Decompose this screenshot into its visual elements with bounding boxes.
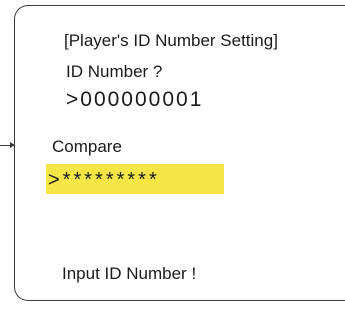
id-number-label: ID Number ?: [66, 62, 163, 81]
screen-title: [Player's ID Number Setting]: [64, 31, 278, 50]
compare-value: >*********: [48, 169, 160, 191]
id-number-value[interactable]: >000000001: [66, 88, 203, 112]
compare-label: Compare: [52, 137, 122, 156]
status-message: Input ID Number !: [62, 264, 197, 283]
compare-input-field[interactable]: >*********: [46, 164, 224, 194]
